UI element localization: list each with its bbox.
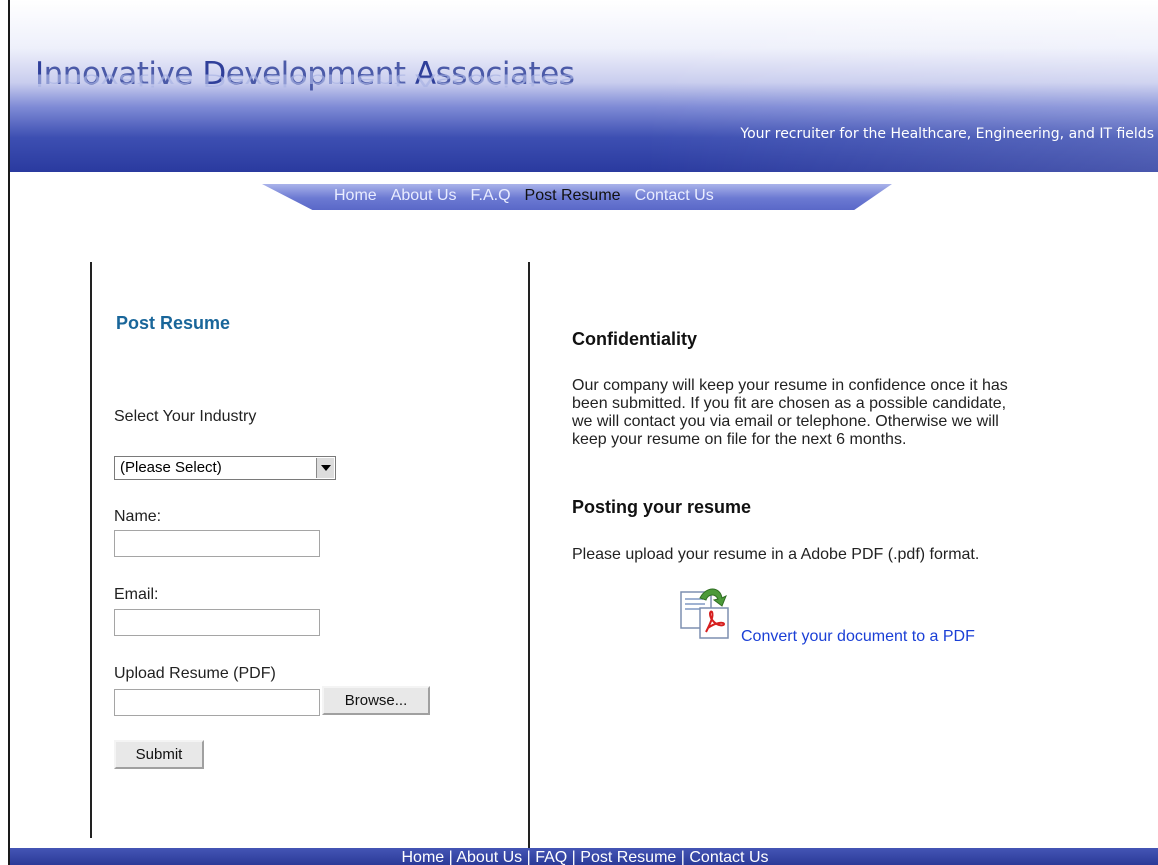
convert-pdf-link[interactable]: Convert your document to a PDF bbox=[741, 628, 975, 646]
tagline: Your recruiter for the Healthcare, Engin… bbox=[740, 126, 1154, 142]
dropdown-arrow-icon[interactable] bbox=[316, 458, 334, 478]
header-banner: Innovative Development Associates Innova… bbox=[10, 0, 1158, 172]
submit-button[interactable]: Submit bbox=[114, 740, 204, 769]
footer-link-faq[interactable]: FAQ bbox=[535, 849, 567, 865]
nav-post-resume[interactable]: Post Resume bbox=[525, 187, 621, 205]
footer-nav: Home | About Us | FAQ | Post Resume | Co… bbox=[10, 848, 1158, 865]
nav-about-us[interactable]: About Us bbox=[391, 187, 457, 205]
nav-faq[interactable]: F.A.Q bbox=[471, 187, 511, 205]
upload-label: Upload Resume (PDF) bbox=[114, 665, 276, 682]
footer-link-home[interactable]: Home bbox=[401, 849, 444, 865]
industry-label: Select Your Industry bbox=[114, 408, 257, 425]
footer-link-contact-us[interactable]: Contact Us bbox=[689, 849, 768, 865]
center-divider bbox=[528, 262, 530, 848]
pdf-convert-icon[interactable] bbox=[678, 582, 734, 640]
resume-file-input[interactable] bbox=[114, 689, 320, 716]
industry-select[interactable]: (Please Select) bbox=[114, 456, 336, 480]
confidentiality-heading: Confidentiality bbox=[572, 329, 697, 349]
posting-heading: Posting your resume bbox=[572, 497, 752, 517]
left-divider bbox=[90, 262, 92, 838]
page: Innovative Development Associates Innova… bbox=[8, 0, 1158, 865]
posting-text: Please upload your resume in a Adobe PDF… bbox=[572, 546, 980, 563]
browse-button[interactable]: Browse... bbox=[322, 686, 430, 715]
nav-contact-us[interactable]: Contact Us bbox=[635, 187, 714, 205]
email-field[interactable] bbox=[114, 609, 320, 636]
nav-home[interactable]: Home bbox=[334, 187, 377, 205]
main-nav: Home About Us F.A.Q Post Resume Contact … bbox=[262, 184, 892, 210]
name-label: Name: bbox=[114, 508, 162, 525]
logo-reflection: Innovative Development Associates bbox=[35, 70, 575, 90]
email-label: Email: bbox=[114, 586, 159, 603]
footer-link-about-us[interactable]: About Us bbox=[456, 849, 522, 865]
footer-link-post-resume[interactable]: Post Resume bbox=[580, 849, 676, 865]
name-field[interactable] bbox=[114, 530, 320, 557]
confidentiality-text: Our company will keep your resume in con… bbox=[572, 377, 1008, 448]
form-title: Post Resume bbox=[116, 313, 231, 333]
industry-select-value: (Please Select) bbox=[120, 459, 222, 476]
